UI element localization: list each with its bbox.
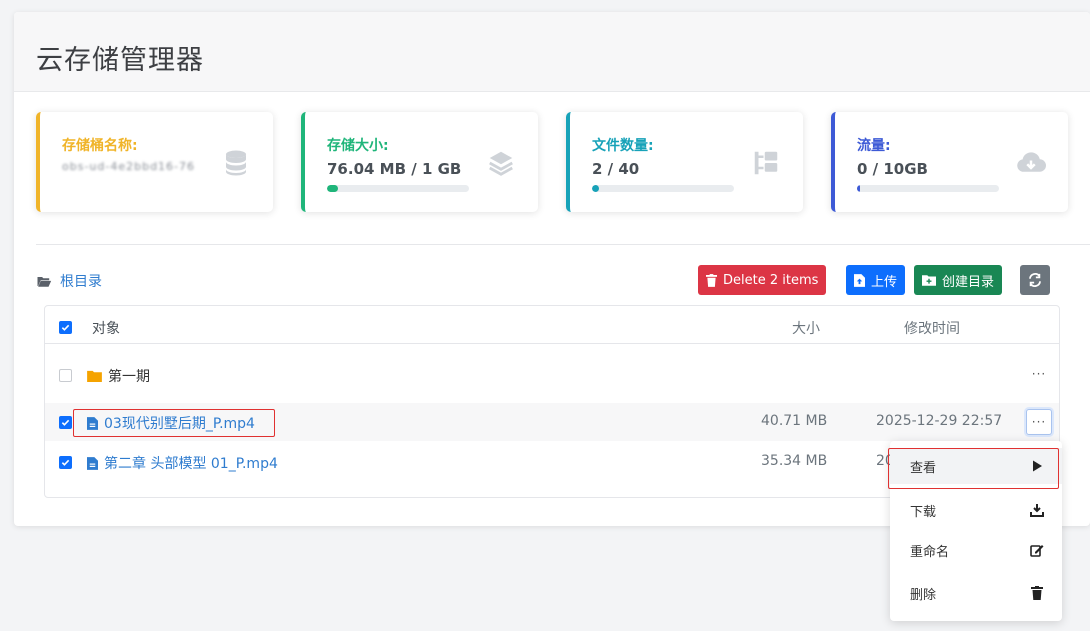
card-traffic: 流量: 0 / 10GB: [831, 112, 1068, 212]
panel-header: 云存储管理器: [14, 12, 1090, 92]
header-size: 大小: [792, 321, 820, 337]
storage-progress: [327, 185, 469, 192]
folder-plus-icon: [922, 275, 936, 286]
menu-item-download[interactable]: 下载: [890, 492, 1062, 528]
folder-icon: [87, 370, 102, 382]
download-icon: [1030, 504, 1044, 517]
selection-highlight-box: [73, 409, 275, 437]
toolbar: 根目录 Delete 2 items 上传 创建目录: [36, 265, 1090, 295]
storage-progress-fill: [327, 185, 338, 192]
create-directory-label: 创建目录: [942, 274, 995, 290]
row-size: 40.71 MB: [761, 413, 828, 429]
row-name[interactable]: 第二章 头部模型 01_P.mp4: [87, 453, 278, 473]
cloud-download-icon: [1017, 152, 1046, 172]
check-icon: [61, 459, 70, 466]
traffic-progress-fill: [857, 185, 860, 192]
delete-items-button[interactable]: Delete 2 items: [698, 265, 827, 295]
row-name[interactable]: 第一期: [87, 366, 150, 386]
row-checkbox[interactable]: [59, 456, 72, 469]
folder-tree-icon: [754, 151, 778, 175]
row-actions-button[interactable]: ···: [1026, 409, 1052, 435]
database-icon: [226, 150, 246, 176]
select-all-checkbox[interactable]: [59, 321, 72, 334]
upload-button[interactable]: 上传: [846, 265, 906, 295]
row-checkbox[interactable]: [59, 369, 72, 382]
page-title: 云存储管理器: [36, 45, 204, 76]
create-directory-button[interactable]: 创建目录: [914, 265, 1003, 295]
refresh-button[interactable]: [1020, 265, 1050, 295]
row-checkbox[interactable]: [59, 416, 72, 429]
file-count-progress-fill: [592, 185, 600, 192]
row-size: 35.34 MB: [761, 453, 828, 469]
table-row[interactable]: 第一期 ···: [45, 358, 1059, 390]
file-icon: [87, 456, 98, 470]
row-actions-button[interactable]: ···: [1026, 361, 1052, 387]
menu-item-rename[interactable]: 重命名: [890, 532, 1062, 568]
check-icon: [61, 419, 70, 426]
refresh-icon: [1029, 273, 1041, 287]
header-name: 对象: [92, 321, 120, 337]
menu-item-label: 重命名: [910, 544, 950, 560]
traffic-progress: [857, 185, 999, 192]
stats-cards: 存储桶名称: obs-ud-4e2bbd16-76 存储大小: 76.04 MB…: [36, 112, 1090, 212]
menu-view-highlight-box: [888, 448, 1059, 489]
trash-icon: [706, 273, 717, 287]
layers-icon: [489, 151, 513, 176]
file-name-link[interactable]: 第二章 头部模型 01_P.mp4: [104, 453, 278, 473]
check-icon: [61, 324, 70, 331]
card-bucket-name: 存储桶名称: obs-ud-4e2bbd16-76: [36, 112, 273, 212]
menu-item-label: 下载: [910, 504, 937, 520]
breadcrumb: 根目录: [36, 271, 102, 291]
folder-open-icon: [37, 276, 52, 287]
trash-icon: [1031, 586, 1043, 600]
folder-name[interactable]: 第一期: [108, 366, 150, 386]
edit-icon: [1030, 545, 1044, 557]
menu-item-label: 删除: [910, 587, 937, 603]
menu-item-delete[interactable]: 删除: [890, 575, 1062, 611]
file-upload-icon: [854, 273, 865, 287]
header-modified: 修改时间: [904, 321, 960, 337]
upload-label: 上传: [871, 274, 898, 290]
delete-items-label: Delete 2 items: [723, 272, 819, 288]
card-storage-size: 存储大小: 76.04 MB / 1 GB: [301, 112, 538, 212]
section-divider: [36, 244, 1090, 245]
file-count-progress: [592, 185, 734, 192]
row-modified: 2025-12-29 22:57: [876, 413, 1003, 429]
card-file-count: 文件数量: 2 / 40: [566, 112, 803, 212]
table-header-row: 对象 大小 修改时间: [45, 310, 1059, 344]
breadcrumb-root[interactable]: 根目录: [60, 271, 102, 291]
